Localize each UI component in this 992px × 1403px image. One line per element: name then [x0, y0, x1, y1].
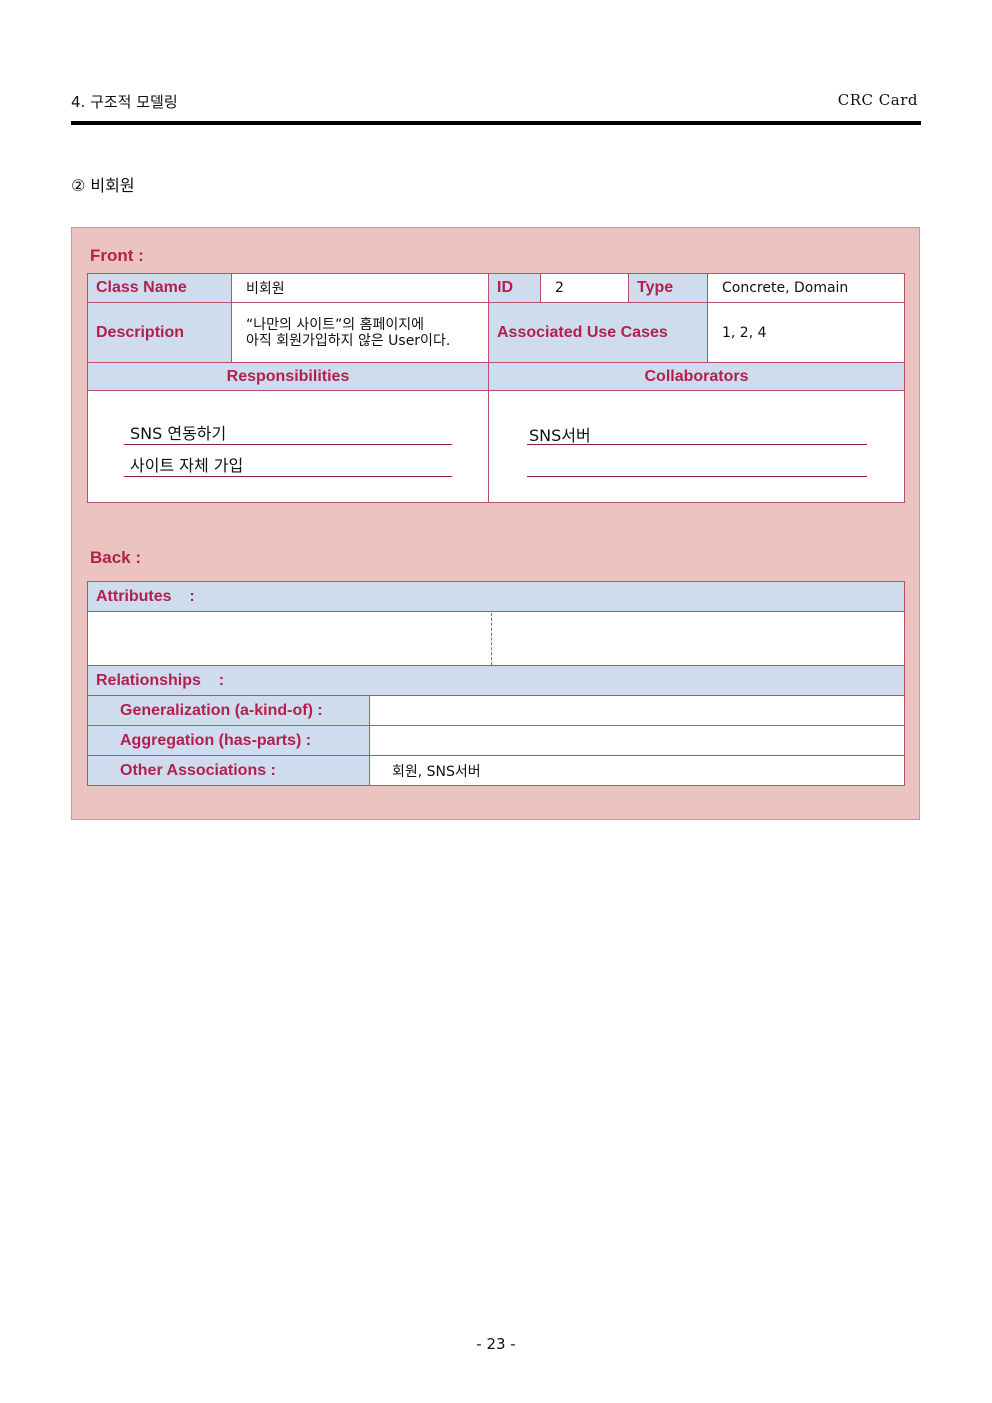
description-line-2: 아직 회원가입하지 않은 User이다. [246, 332, 451, 349]
page-number: - 23 - [476, 1335, 516, 1353]
attributes-header: Attributes : [87, 581, 905, 612]
attributes-cell [87, 611, 905, 666]
generalization-label: Generalization (a-kind-of) : [87, 695, 370, 726]
header-doc-title: CRC Card [837, 91, 918, 109]
generalization-value [369, 695, 905, 726]
collaborators-cell: SNS서버 [488, 390, 905, 503]
class-name-value: 비회원 [231, 273, 489, 303]
responsibilities-cell: SNS 연동하기 사이트 자체 가입 [87, 390, 489, 503]
responsibility-item: 사이트 자체 가입 [124, 452, 452, 477]
id-value: 2 [540, 273, 629, 303]
use-cases-value: 1, 2, 4 [707, 302, 905, 363]
id-label: ID [488, 273, 541, 303]
crc-card: Front : Class Name 비회원 ID 2 Type Concret… [71, 227, 920, 820]
front-label: Front : [90, 246, 144, 265]
aggregation-value [369, 725, 905, 756]
collaborator-item [527, 452, 867, 477]
back-label: Back : [90, 548, 142, 567]
other-associations-label: Other Associations : [87, 755, 370, 786]
use-cases-label: Associated Use Cases [488, 302, 708, 363]
type-label: Type [628, 273, 708, 303]
collaborator-item: SNS서버 [527, 422, 867, 445]
responsibilities-header: Responsibilities [87, 362, 489, 391]
collaborators-header: Collaborators [488, 362, 905, 391]
front-table: Class Name 비회원 ID 2 Type Concrete, Domai… [87, 273, 905, 503]
other-associations-value: 회원, SNS서버 [369, 755, 905, 786]
description-line-1: “나만의 사이트”의 홈페이지에 [246, 316, 424, 333]
aggregation-label: Aggregation (has-parts) : [87, 725, 370, 756]
back-table: Attributes : Relationships : Generalizat… [87, 581, 905, 786]
class-name-label: Class Name [87, 273, 232, 303]
chapter-title: 4. 구조적 모델링 [71, 93, 178, 111]
description-value: “나만의 사이트”의 홈페이지에 아직 회원가입하지 않은 User이다. [231, 302, 489, 363]
attributes-divider [491, 612, 492, 665]
relationships-header: Relationships : [87, 665, 905, 696]
type-value: Concrete, Domain [707, 273, 905, 303]
description-label: Description [87, 302, 232, 363]
section-title: ② 비회원 [71, 176, 135, 195]
header-divider [71, 121, 921, 125]
responsibility-item: SNS 연동하기 [124, 420, 452, 445]
